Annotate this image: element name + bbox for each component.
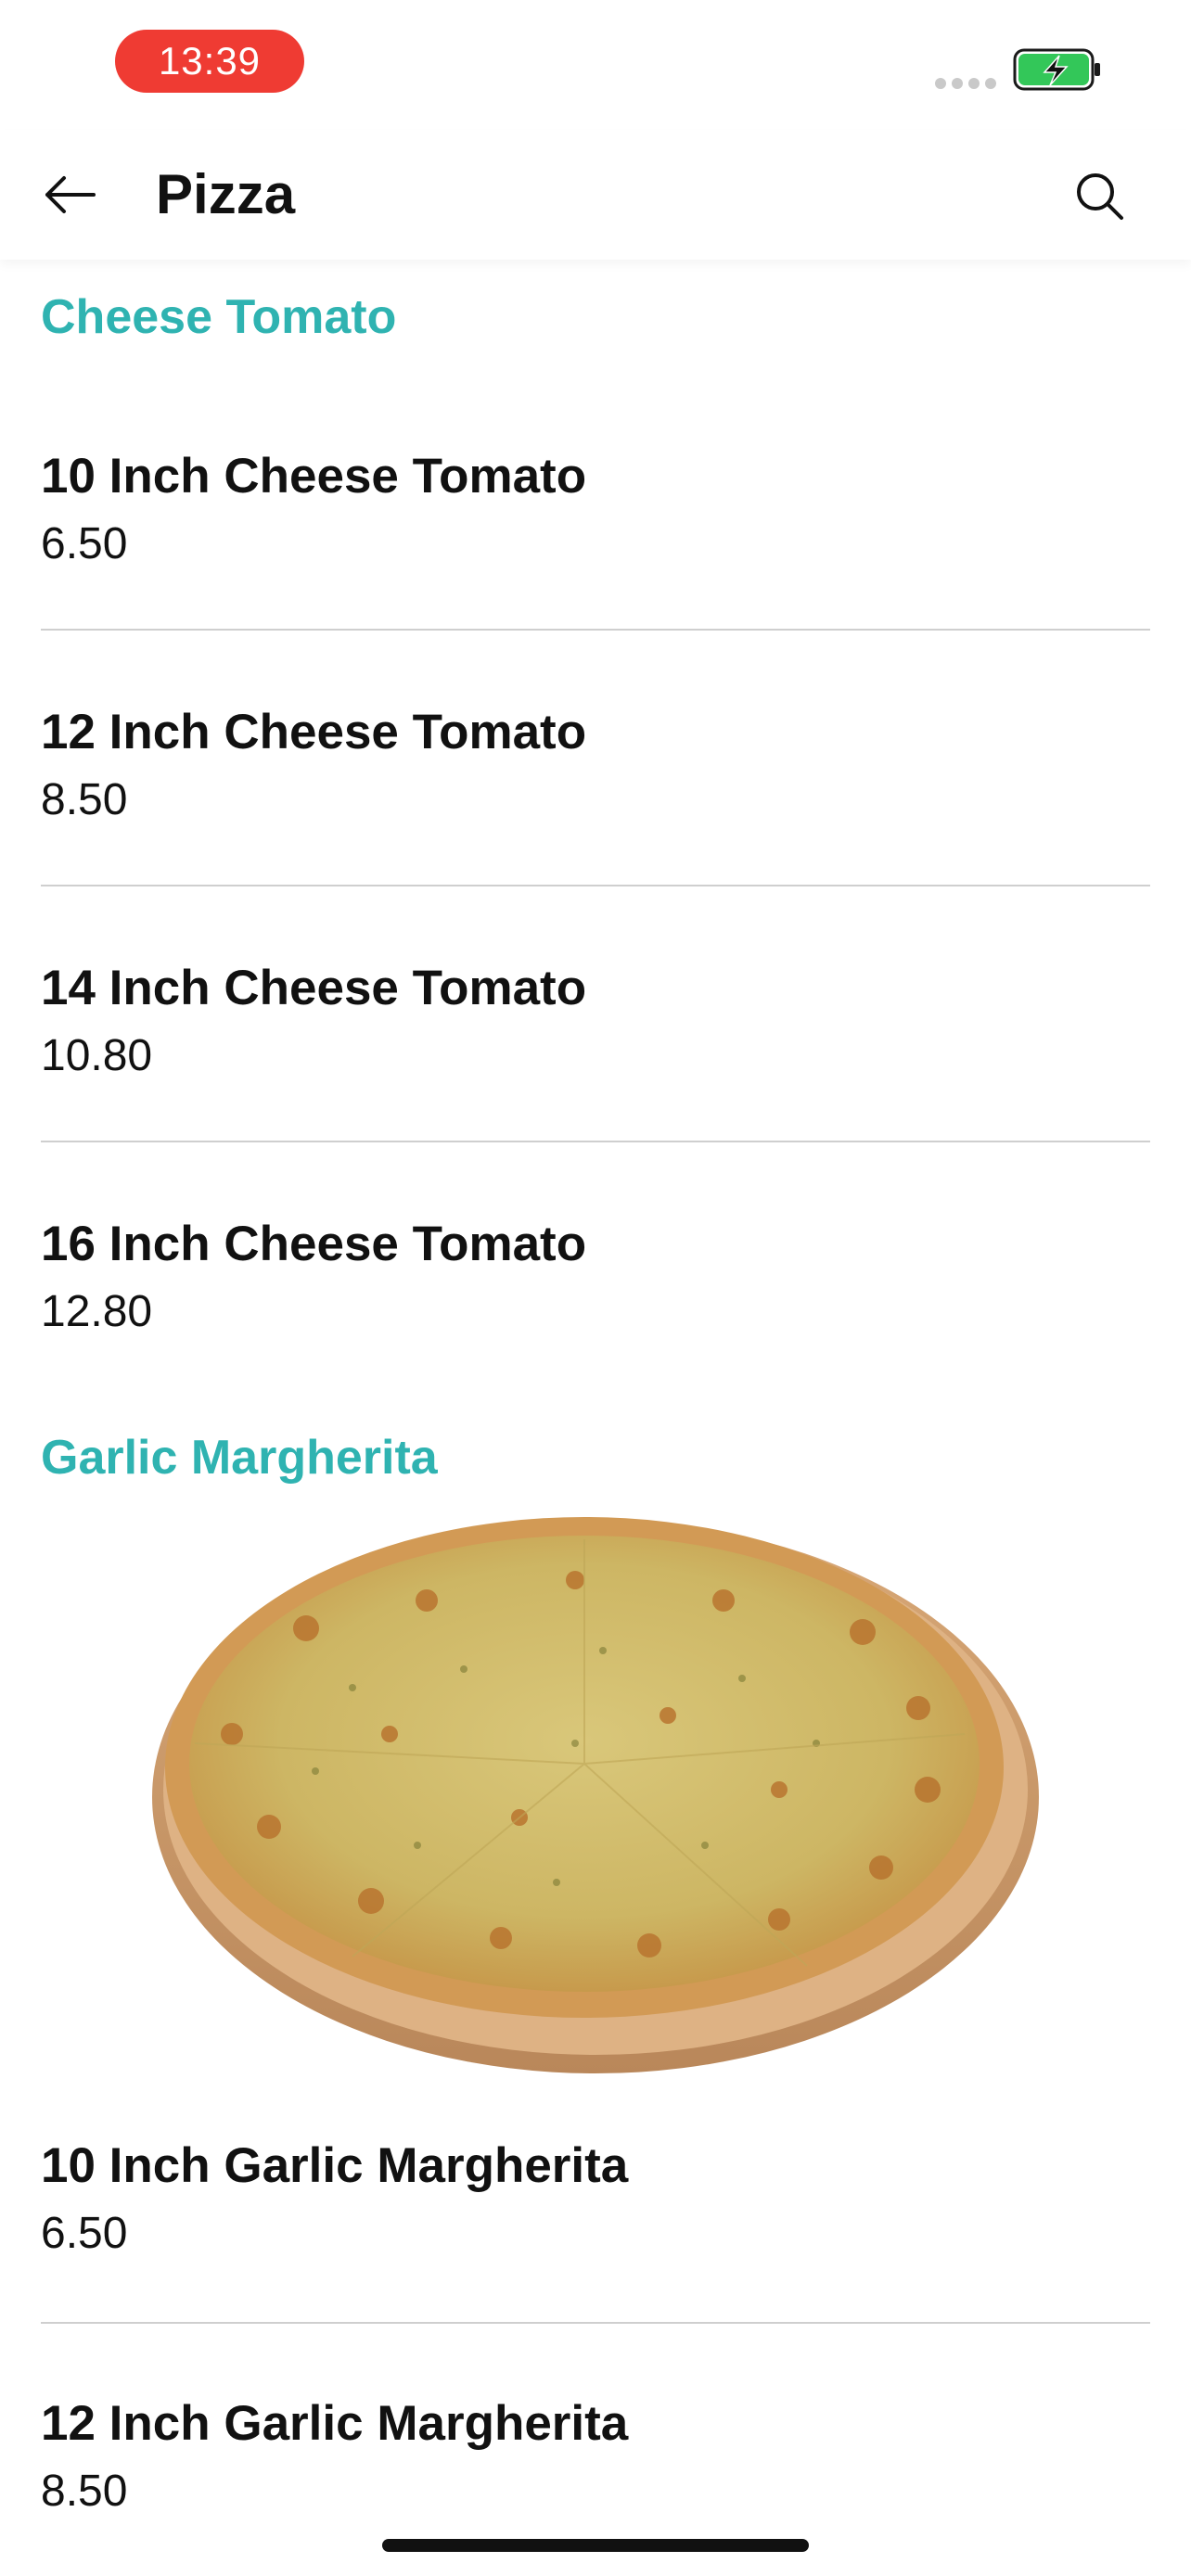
- divider: [41, 2322, 1150, 2324]
- menu-item[interactable]: 14 Inch Cheese Tomato 10.80: [41, 955, 1150, 1087]
- arrow-left-icon: [45, 176, 96, 213]
- item-name: 14 Inch Cheese Tomato: [41, 961, 587, 1015]
- pizza-image: [0, 1511, 1191, 2077]
- item-name: 16 Inch Cheese Tomato: [41, 1217, 587, 1271]
- page-title: Pizza: [156, 163, 296, 225]
- menu-item[interactable]: 12 Inch Cheese Tomato 8.50: [41, 699, 1150, 831]
- item-price: 10.80: [41, 1031, 153, 1080]
- section-heading-cheese-tomato: Cheese Tomato: [41, 290, 397, 344]
- item-name: 12 Inch Cheese Tomato: [41, 705, 587, 759]
- menu-item[interactable]: 12 Inch Garlic Margherita 8.50: [41, 2391, 1150, 2522]
- section-heading-garlic-margherita: Garlic Margherita: [41, 1431, 438, 1485]
- menu-item[interactable]: 16 Inch Cheese Tomato 12.80: [41, 1211, 1150, 1343]
- item-price: 6.50: [41, 2209, 128, 2258]
- search-button[interactable]: [1067, 163, 1132, 228]
- status-time: 13:39: [115, 30, 304, 93]
- search-icon: [1077, 173, 1123, 220]
- item-price: 12.80: [41, 1287, 153, 1336]
- battery-charging-icon: [1013, 48, 1100, 91]
- status-bar: 13:39: [0, 0, 1191, 130]
- divider: [41, 1141, 1150, 1142]
- item-price: 8.50: [41, 775, 128, 824]
- menu-item[interactable]: 10 Inch Cheese Tomato 6.50: [41, 443, 1150, 575]
- signal-icon: [935, 78, 996, 89]
- divider: [41, 885, 1150, 886]
- item-price: 6.50: [41, 519, 128, 568]
- divider: [41, 629, 1150, 631]
- item-price: 8.50: [41, 2467, 128, 2516]
- item-name: 12 Inch Garlic Margherita: [41, 2396, 629, 2451]
- item-name: 10 Inch Cheese Tomato: [41, 449, 587, 504]
- app-header: Pizza: [0, 130, 1191, 260]
- menu-item[interactable]: 10 Inch Garlic Margherita 6.50: [41, 2133, 1150, 2264]
- back-button[interactable]: [37, 167, 102, 223]
- pizza-photo: [152, 1517, 1039, 2073]
- home-indicator[interactable]: [382, 2539, 809, 2552]
- item-name: 10 Inch Garlic Margherita: [41, 2138, 629, 2193]
